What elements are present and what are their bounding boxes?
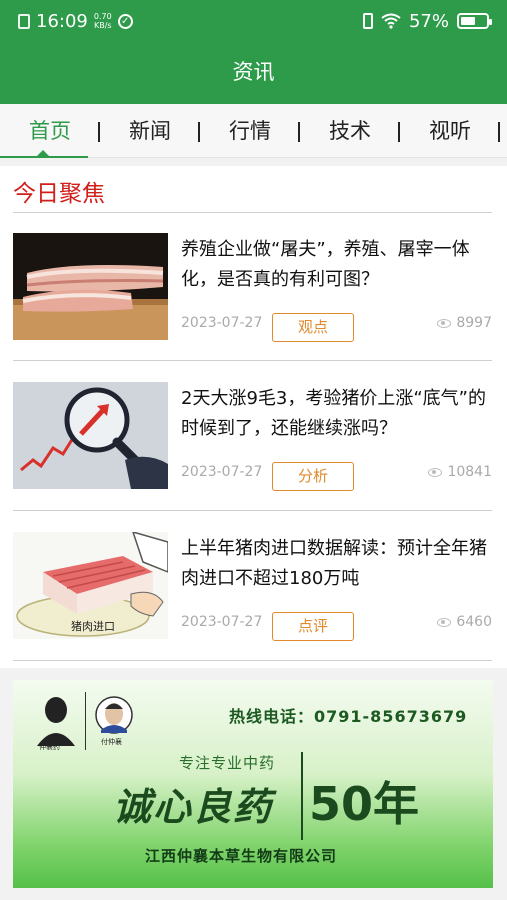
svg-text:仲襄药: 仲襄药 — [39, 742, 60, 750]
active-tab-caret — [37, 149, 49, 156]
vibrate-icon — [362, 13, 373, 29]
divider — [301, 752, 303, 840]
page-title: 资讯 — [232, 60, 275, 84]
divider — [13, 660, 492, 661]
pork-meat-image — [13, 233, 168, 340]
eye-icon — [428, 467, 443, 477]
divider — [85, 692, 86, 750]
tab-label: 首页 — [29, 118, 71, 143]
battery-percent: 57% — [408, 10, 449, 32]
article-tag[interactable]: 分析 — [272, 462, 354, 491]
tab-label: 新闻 — [129, 118, 171, 143]
ad-slogan-small: 专注专业中药 — [179, 754, 276, 772]
net-speed: 0.70 KB/s — [93, 12, 112, 30]
article-tag[interactable]: 点评 — [272, 612, 354, 641]
section-title: 今日聚焦 — [13, 181, 105, 207]
article-views: 10841 — [428, 464, 492, 480]
divider — [13, 212, 492, 213]
ad-company: 江西仲襄本草生物有限公司 — [145, 847, 338, 865]
article-tag[interactable]: 观点 — [272, 313, 354, 342]
sync-check-icon: ✓ — [117, 13, 133, 29]
battery-icon — [457, 13, 492, 29]
tab-market[interactable]: 行情 — [200, 104, 300, 158]
article-date: 2023-07-27 — [181, 614, 263, 630]
article-views: 6460 — [437, 614, 492, 630]
view-count: 10841 — [447, 464, 492, 480]
eye-icon — [437, 318, 452, 328]
article-date: 2023-07-27 — [181, 464, 263, 480]
status-time: 16:09 — [36, 10, 88, 32]
article-views: 8997 — [437, 315, 492, 331]
tab-label: 技术 — [329, 118, 371, 143]
article-item[interactable]: 猪肉进口 上半年猪肉进口数据解读：预计全年猪肉进口不超过180万吨 2023-0… — [13, 532, 492, 641]
focus-section: 今日聚焦 养殖企业做“屠夫”，养殖、屠宰一体化，是否真的有利可图？ 2023-0… — [0, 166, 507, 668]
status-bar: 16:09 0.70 KB/s ✓ 57% — [0, 0, 507, 42]
wifi-icon — [381, 13, 401, 29]
article-headline[interactable]: 上半年猪肉进口数据解读：预计全年猪肉进口不超过180万吨 — [181, 534, 492, 594]
tab-news[interactable]: 新闻 — [100, 104, 200, 158]
ad-banner[interactable]: 仲襄药 付仲襄 热线电话：0791-85673679 专注专业中药 诚心良药 5… — [13, 680, 493, 888]
article-item[interactable]: 养殖企业做“屠夫”，养殖、屠宰一体化，是否真的有利可图？ 2023-07-27 … — [13, 233, 492, 342]
tab-tech[interactable]: 技术 — [300, 104, 400, 158]
svg-text:付仲襄: 付仲襄 — [101, 737, 122, 746]
divider — [13, 360, 492, 361]
ad-years: 50年 — [309, 777, 420, 831]
article-date: 2023-07-27 — [181, 315, 263, 331]
article-item[interactable]: 2天大涨9毛3，考验猪价上涨“底气”的时候到了，还能继续涨吗？ 2023-07-… — [13, 382, 492, 491]
tab-video[interactable]: 视听 — [400, 104, 500, 158]
eye-icon — [437, 617, 452, 627]
tab-label: 视听 — [429, 118, 471, 143]
ad-slogan-big: 诚心良药 — [113, 785, 274, 829]
tab-home[interactable]: 首页 — [0, 104, 100, 158]
magnifier-rising-chart-image — [13, 382, 168, 489]
sim-icon — [18, 13, 30, 29]
category-tabs: 首页 新闻 行情 技术 视听 — [0, 104, 507, 158]
app-header: 16:09 0.70 KB/s ✓ 57% 资讯 — [0, 0, 507, 104]
svg-text:猪肉进口: 猪肉进口 — [71, 620, 115, 633]
tab-label: 行情 — [229, 118, 271, 143]
portrait-icon: 付仲襄 — [95, 696, 133, 746]
active-tab-underline — [0, 155, 88, 158]
ad-hotline: 热线电话：0791-85673679 — [229, 707, 468, 726]
divider — [13, 510, 492, 511]
article-headline[interactable]: 养殖企业做“屠夫”，养殖、屠宰一体化，是否真的有利可图？ — [181, 235, 492, 295]
view-count: 8997 — [456, 315, 492, 331]
view-count: 6460 — [456, 614, 492, 630]
founder-portrait-icon: 仲襄药 — [37, 697, 75, 750]
article-headline[interactable]: 2天大涨9毛3，考验猪价上涨“底气”的时候到了，还能继续涨吗？ — [181, 384, 492, 444]
imported-pork-box-image: 猪肉进口 — [13, 532, 168, 639]
